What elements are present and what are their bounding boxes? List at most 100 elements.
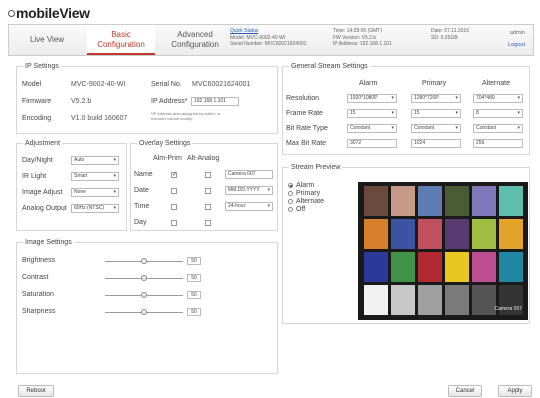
image-adjust-select[interactable]: None ▾ xyxy=(71,188,119,197)
logout-link[interactable]: Logout xyxy=(508,42,525,48)
overlay-time-format-select[interactable]: 24-hour ▾ xyxy=(225,202,273,211)
overlay-date-alt-analog-checkbox[interactable] xyxy=(205,188,211,194)
color-swatch xyxy=(391,252,415,282)
slider-handle[interactable] xyxy=(141,309,147,315)
stream-input[interactable]: 3072 xyxy=(347,139,397,148)
preview-radio-alarm[interactable] xyxy=(288,183,293,188)
preview-radio-label: Off xyxy=(296,206,306,213)
cancel-button[interactable]: Cancel xyxy=(448,385,482,397)
color-swatch xyxy=(499,252,523,282)
encoding-label: Encoding xyxy=(22,115,52,122)
color-swatch xyxy=(391,285,415,315)
version-info: Time: 14:28:06 (GMT) FW Version: V5.2.b … xyxy=(333,28,392,47)
color-swatch xyxy=(445,285,469,315)
color-swatch xyxy=(472,252,496,282)
header-bar: Live View Basic Configuration Advanced Con… xyxy=(8,24,534,56)
overlay-name-label: Name xyxy=(134,171,153,178)
overlay-date-alm-prim-checkbox[interactable] xyxy=(171,188,177,194)
ip-address-field: 192.168.1.101 xyxy=(191,97,239,106)
stream-row-label: Resolution xyxy=(286,95,320,102)
lens-icon xyxy=(8,10,15,17)
ir-light-label: IR Light xyxy=(22,173,47,180)
color-swatch xyxy=(472,219,496,249)
image-settings-panel: Image Settings Brightness 50 Contrast 50 Sat… xyxy=(16,239,278,374)
overlay-day-alt-analog-checkbox[interactable] xyxy=(205,220,211,226)
slider-value-field[interactable]: 50 xyxy=(187,291,201,299)
ir-light-select[interactable]: Smart ▾ xyxy=(71,172,119,181)
stream-row-label: Frame Rate xyxy=(286,110,323,117)
apply-button[interactable]: Apply xyxy=(498,385,532,397)
tab-label-line: Configuration xyxy=(97,40,145,49)
chevron-down-icon: ▾ xyxy=(455,125,458,131)
slider-handle[interactable] xyxy=(141,275,147,281)
ip-settings-panel: IP Settings Model MVC-9002-40-WI Serial … xyxy=(16,63,278,134)
stream-select[interactable]: 1920*1080P ▾ xyxy=(347,94,397,103)
slider-handle[interactable] xyxy=(141,292,147,298)
color-swatch xyxy=(445,186,469,216)
user-name: admin xyxy=(510,30,525,36)
chevron-down-icon: ▾ xyxy=(517,125,520,131)
stream-select[interactable]: 1280*720P ▾ xyxy=(411,94,461,103)
slider-handle[interactable] xyxy=(141,258,147,264)
brand-logo: mobileView xyxy=(8,5,90,21)
serial-label: Serial No. xyxy=(151,81,182,88)
stream-col-alternate: Alternate xyxy=(482,80,511,87)
tab-advanced-configuration[interactable]: Advanced Configuration xyxy=(161,25,229,55)
stream-col-primary: Primary xyxy=(422,80,447,87)
ip-note: *IP Address auto-assigned by switch or r… xyxy=(151,111,221,121)
overlay-name-input[interactable]: Camera 007 xyxy=(225,170,273,179)
analog-output-select[interactable]: 60Hz (NTSC) ▾ xyxy=(71,204,119,213)
slider-value-field[interactable]: 50 xyxy=(187,308,201,316)
tab-label-line: Basic xyxy=(111,30,131,39)
stream-select[interactable]: 15 ▾ xyxy=(347,109,397,118)
stream-select[interactable]: 8 ▾ xyxy=(473,109,523,118)
preview-radio-alternate[interactable] xyxy=(288,199,293,204)
tab-basic-configuration[interactable]: Basic Configuration xyxy=(87,25,155,55)
preview-radio-primary[interactable] xyxy=(288,191,293,196)
stream-select[interactable]: 15 ▾ xyxy=(411,109,461,118)
color-swatch xyxy=(391,219,415,249)
tab-live-view[interactable]: Live View xyxy=(17,25,77,55)
overlay-time-alm-prim-checkbox[interactable] xyxy=(171,204,177,210)
slider-value-field[interactable]: 50 xyxy=(187,257,201,265)
chevron-down-icon: ▾ xyxy=(517,95,520,101)
stream-input[interactable]: 1024 xyxy=(411,139,461,148)
ip-settings-title: IP Settings xyxy=(23,63,61,70)
chevron-down-icon: ▾ xyxy=(391,110,394,116)
slider-value-field[interactable]: 50 xyxy=(187,274,201,282)
overlay-time-alt-analog-checkbox[interactable] xyxy=(205,204,211,210)
preview-radio-off[interactable] xyxy=(288,207,293,212)
overlay-date-format-select[interactable]: MM.DD.YYYY ▾ xyxy=(225,186,273,195)
overlay-name-alt-analog-checkbox[interactable] xyxy=(205,172,211,178)
color-swatch xyxy=(418,219,442,249)
overlay-panel: Overlay Settings Alm-Prim Alt-Analog Nam… xyxy=(130,140,278,231)
stream-select[interactable]: 704*480 ▾ xyxy=(473,94,523,103)
preview-radio-label: Alarm xyxy=(296,182,315,189)
stream-select[interactable]: Constant ▾ xyxy=(347,124,397,133)
day-night-label: Day/Night xyxy=(22,157,53,164)
stream-settings-panel: General Stream Settings Alarm Primary Al… xyxy=(282,63,530,155)
overlay-day-alm-prim-checkbox[interactable] xyxy=(171,220,177,226)
color-swatch xyxy=(364,186,388,216)
stream-preview-title: Stream Preview xyxy=(289,164,343,171)
chevron-down-icon: ▾ xyxy=(267,187,270,193)
overlay-date-label: Date xyxy=(134,187,149,194)
stream-select[interactable]: Constant ▾ xyxy=(411,124,461,133)
color-swatch xyxy=(418,186,442,216)
camera-preview-image: Camera 007 xyxy=(358,182,528,320)
image-setting-label: Sharpness xyxy=(22,308,56,315)
image-setting-label: Brightness xyxy=(22,257,56,264)
image-setting-label: Saturation xyxy=(22,291,54,298)
color-swatch xyxy=(472,186,496,216)
overlay-name-alm-prim-checkbox[interactable] xyxy=(171,171,177,178)
chevron-down-icon: ▾ xyxy=(391,95,394,101)
chevron-down-icon: ▾ xyxy=(113,173,116,179)
preview-camera-label: Camera 007 xyxy=(494,306,522,312)
quick-status-info: Quick Status Model: MVC-9002-40-WI Seria… xyxy=(230,28,307,47)
adjustment-title: Adjustment xyxy=(23,140,63,147)
day-night-select[interactable]: Auto ▾ xyxy=(71,156,119,165)
stream-input[interactable]: 256 xyxy=(473,139,523,148)
stream-select[interactable]: Constant ▾ xyxy=(473,124,523,133)
reboot-button[interactable]: Reboot xyxy=(18,385,54,397)
overlay-title: Overlay Settings xyxy=(137,140,193,147)
